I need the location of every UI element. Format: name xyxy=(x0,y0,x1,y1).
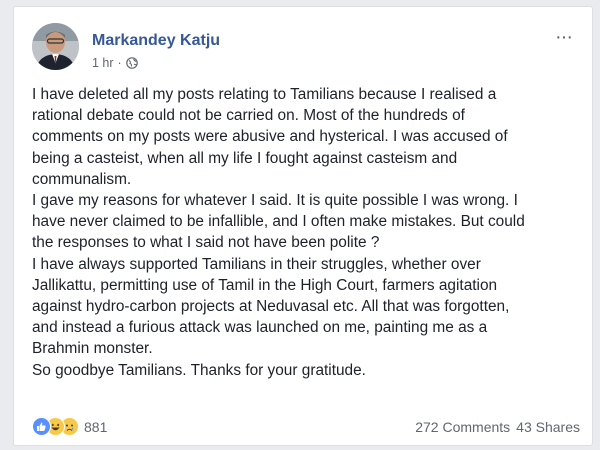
more-options-button[interactable]: ··· xyxy=(555,27,573,47)
meta-separator: · xyxy=(117,56,122,70)
engagement-counts: 272 Comments 43 Shares xyxy=(415,419,580,435)
globe-icon[interactable] xyxy=(125,57,138,69)
comments-count-link[interactable]: 272 Comments xyxy=(415,419,510,435)
post-footer: 881 272 Comments 43 Shares xyxy=(32,417,580,439)
shares-count-link[interactable]: 43 Shares xyxy=(516,419,580,435)
reactions-summary[interactable]: 881 xyxy=(32,417,107,436)
post-card: Markandey Katju 1 hr · ··· I have delete… xyxy=(13,6,593,446)
author-avatar[interactable] xyxy=(32,23,79,70)
post-body-text: I have deleted all my posts relating to … xyxy=(32,86,525,379)
post-header: Markandey Katju 1 hr · ··· xyxy=(32,23,573,75)
reaction-count[interactable]: 881 xyxy=(84,419,107,435)
post-timestamp[interactable]: 1 hr xyxy=(92,56,114,70)
like-icon xyxy=(32,417,51,436)
avatar-photo xyxy=(32,23,79,70)
author-name-link[interactable]: Markandey Katju xyxy=(92,32,220,50)
post-meta: 1 hr · xyxy=(92,56,138,70)
